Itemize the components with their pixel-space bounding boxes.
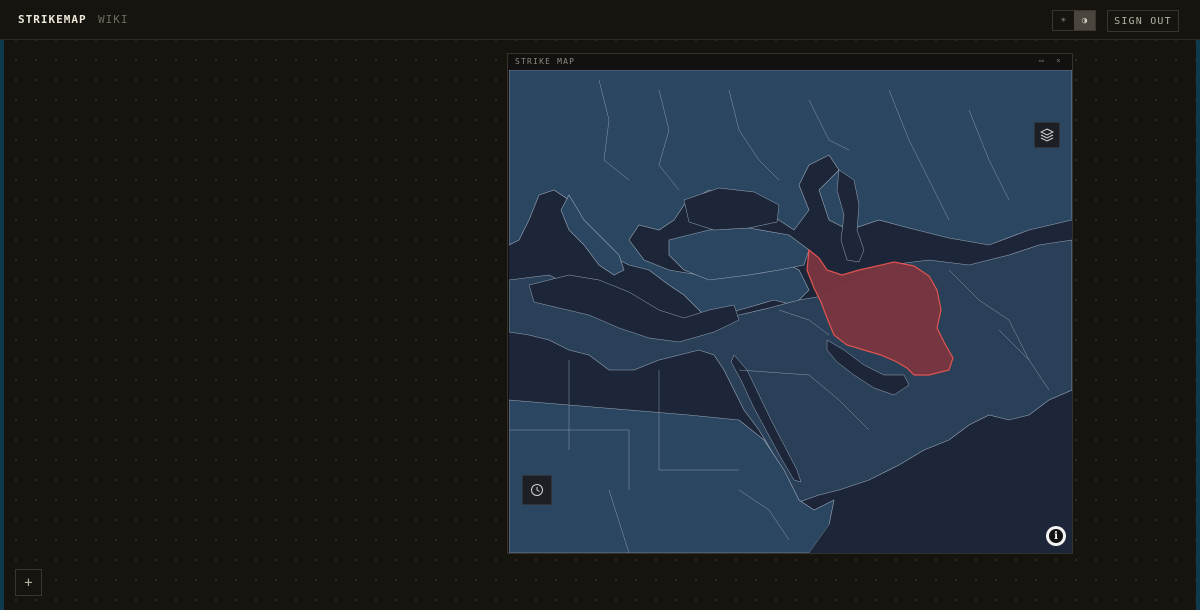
- info-icon[interactable]: i: [1046, 526, 1066, 546]
- info-glyph: i: [1049, 529, 1063, 543]
- theme-toggle: ☀ ◑: [1052, 10, 1096, 31]
- top-bar: STRIKEMAP WIKI ☀ ◑ SIGN OUT: [0, 0, 1200, 40]
- minimize-icon[interactable]: ▭: [1039, 56, 1044, 65]
- map-canvas[interactable]: i: [509, 70, 1072, 553]
- clock-icon[interactable]: [522, 475, 552, 505]
- panel-title: STRIKE MAP: [515, 57, 576, 66]
- strike-map-panel: STRIKE MAP ▭ × i: [507, 53, 1073, 554]
- right-edge-strip: [1196, 0, 1200, 610]
- layers-icon[interactable]: [1034, 122, 1060, 148]
- panel-header[interactable]: STRIKE MAP ▭ ×: [508, 54, 1072, 70]
- left-edge-strip: [0, 0, 4, 610]
- nav-wiki-link[interactable]: WIKI: [98, 13, 129, 26]
- map-svg: [509, 70, 1072, 553]
- brand-logo-text[interactable]: STRIKEMAP: [18, 13, 87, 26]
- light-theme-icon[interactable]: ☀: [1053, 11, 1074, 30]
- add-panel-button[interactable]: +: [15, 569, 42, 596]
- close-icon[interactable]: ×: [1056, 56, 1061, 65]
- sign-out-button[interactable]: SIGN OUT: [1107, 10, 1179, 32]
- dark-theme-icon[interactable]: ◑: [1074, 11, 1095, 30]
